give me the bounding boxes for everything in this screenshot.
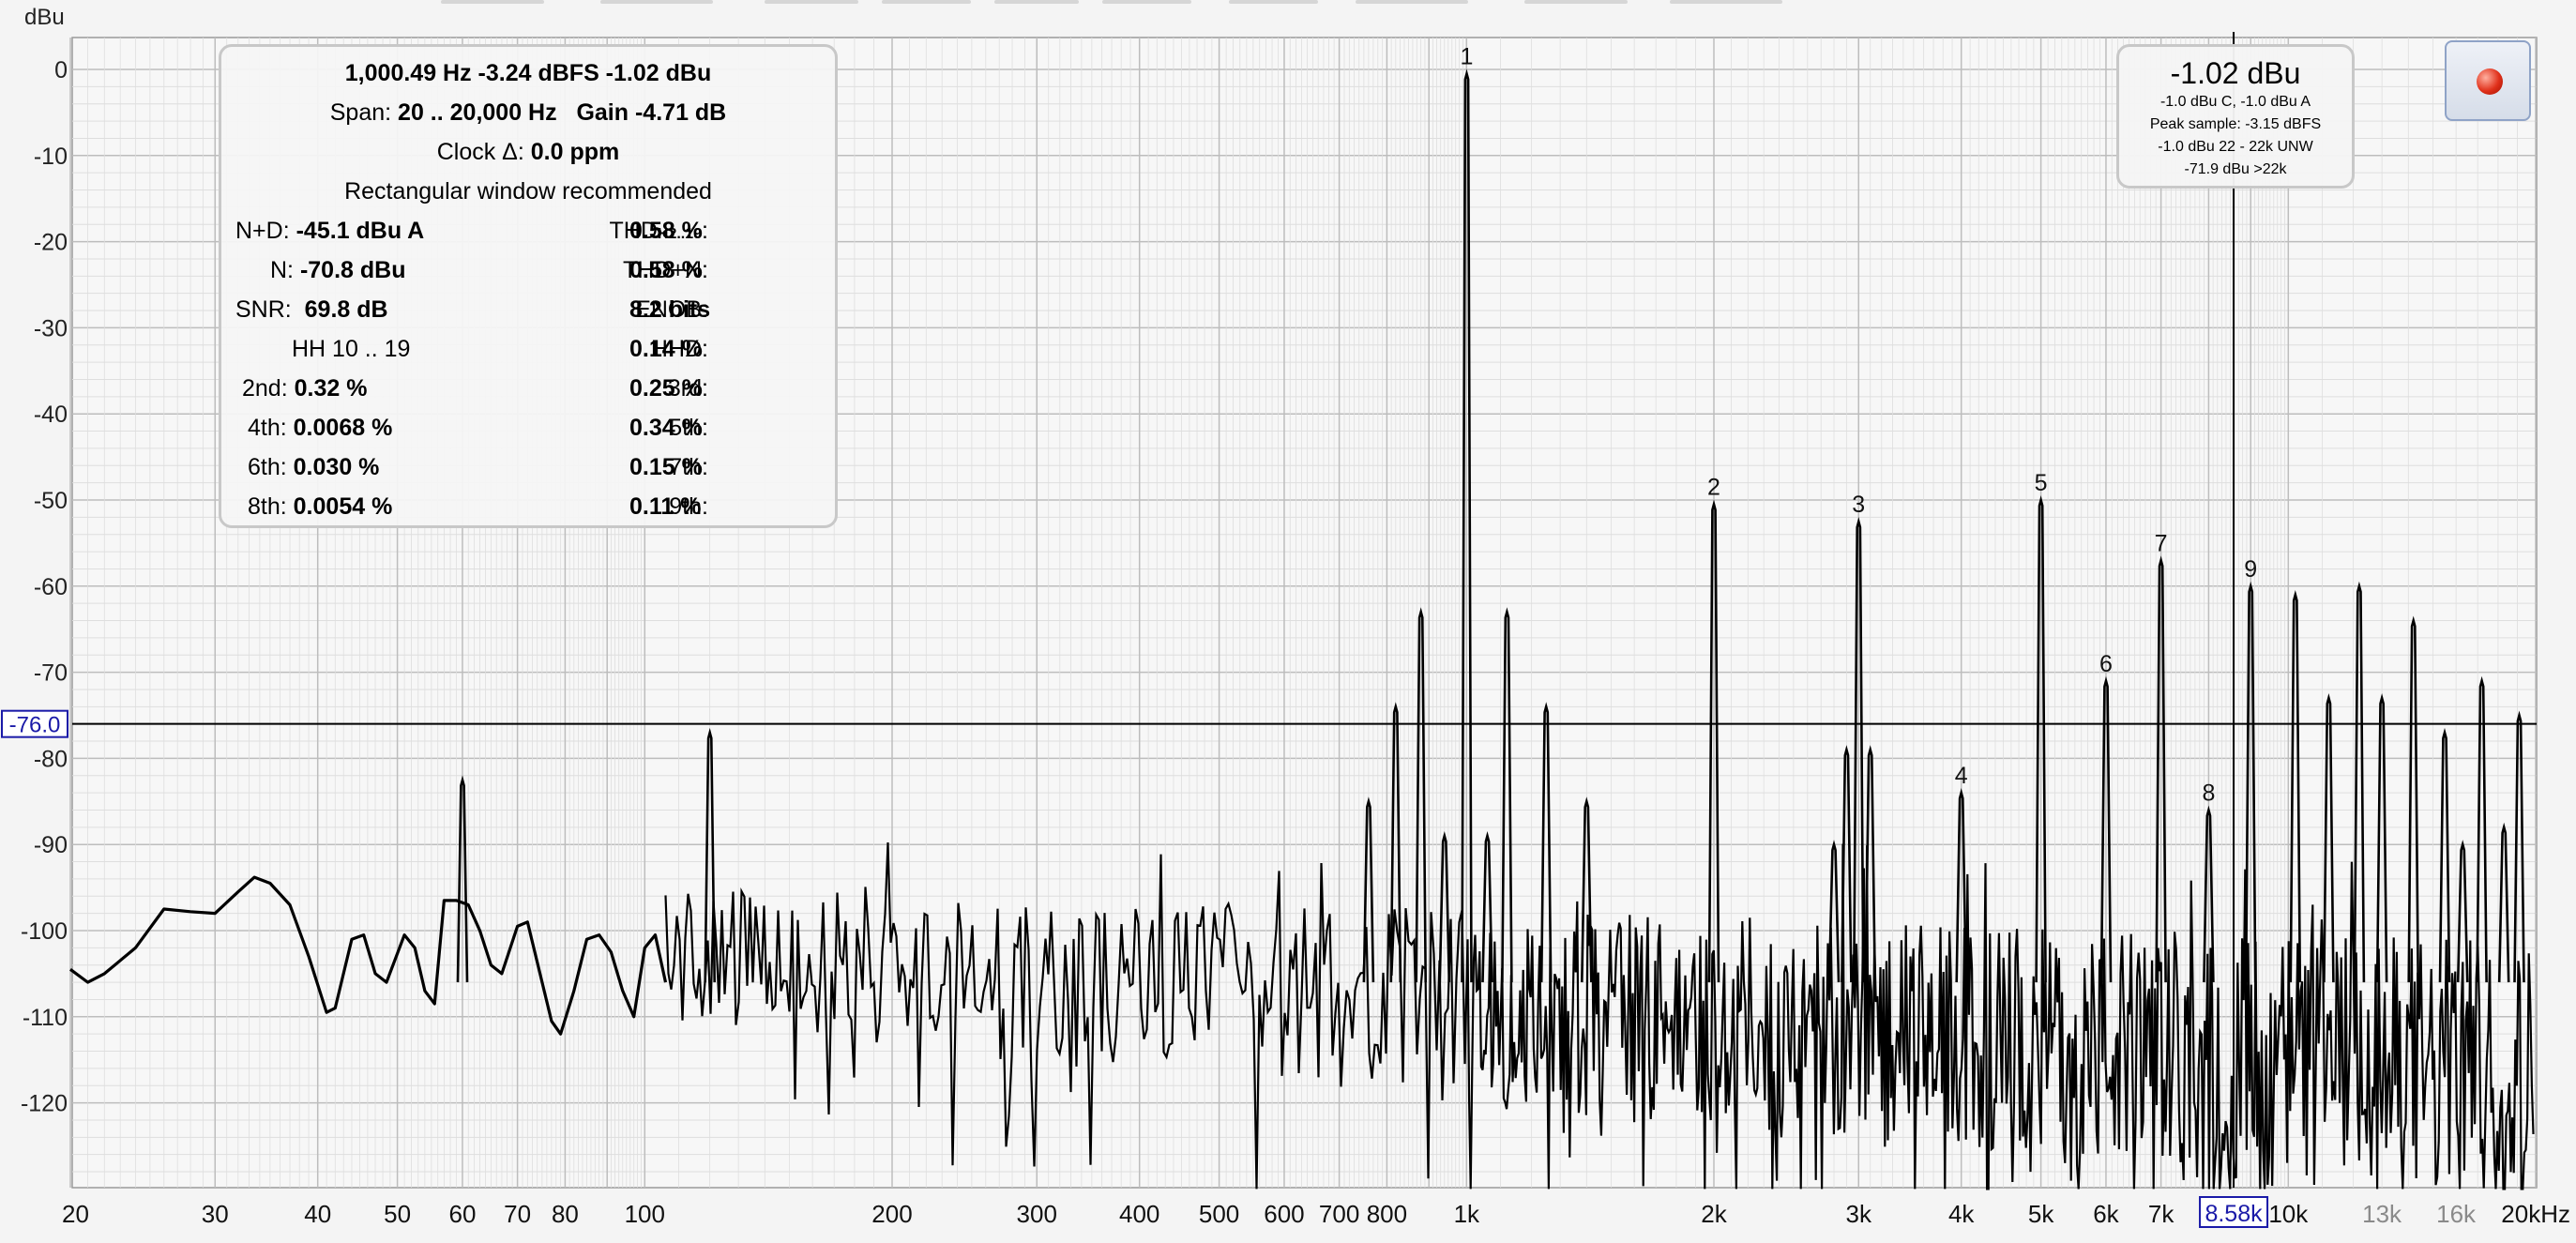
y-tick-label: -50 (34, 488, 68, 514)
h3-value: 0.25 % (629, 375, 703, 402)
record-icon (2477, 68, 2503, 95)
panel-span-gain: Span: 20 .. 20,000 Hz Gain -4.71 dB (329, 99, 727, 126)
harmonic-label: 9 (2244, 556, 2257, 583)
x-tick-label: 70 (504, 1200, 531, 1228)
meter-unweighted: -1.0 dBu 22 - 22k UNW (2158, 139, 2313, 155)
toolbar-handle[interactable] (1356, 0, 1468, 4)
y-tick-label: -20 (34, 230, 68, 256)
meter-above-22k: -71.9 dBu >22k (2184, 161, 2287, 177)
x-tick-label: 800 (1367, 1200, 1407, 1228)
harmonic-label: 4 (1955, 763, 1968, 789)
x-tick-label: 3k (1846, 1200, 1872, 1228)
x-tick-label: 20 (62, 1200, 89, 1228)
y-tick-label: -70 (34, 660, 68, 687)
x-tick-label: 6k (2093, 1200, 2119, 1228)
h6-readout: 6th: 0.030 % (248, 454, 380, 480)
meter-peak-sample: Peak sample: -3.15 dBFS (2149, 116, 2322, 132)
x-tick-label: 300 (1017, 1200, 1057, 1228)
measurement-panel[interactable]: 1,000.49 Hz -3.24 dBFS -1.02 dBu Span: 2… (219, 44, 838, 528)
x-tick-label: 50 (384, 1200, 411, 1228)
x-tick-label: 700 (1319, 1200, 1359, 1228)
y-tick-label: -90 (34, 832, 68, 858)
y-cursor-label: -76.0 (9, 713, 61, 738)
h8-readout: 8th: 0.0054 % (248, 493, 393, 520)
toolbar-handle[interactable] (1670, 0, 1782, 4)
enob-value: 8.2 bits (629, 296, 711, 323)
harmonic-label: 6 (2099, 651, 2113, 677)
h5-value: 0.34 % (629, 415, 703, 441)
y-axis-label: dBu (24, 5, 65, 30)
x-tick-label: 1k (1454, 1200, 1480, 1228)
x-tick-label: 600 (1264, 1200, 1304, 1228)
x-tick-label: 60 (448, 1200, 476, 1228)
hhd-value: 0.14 % (629, 336, 703, 362)
nd-readout: N+D: -45.1 dBu A (235, 218, 425, 244)
x-tick-label: 10k (2268, 1200, 2309, 1228)
thd-value: 0.58 % (629, 218, 703, 244)
x-tick-label: 400 (1119, 1200, 1159, 1228)
harmonic-label: 2 (1707, 475, 1720, 501)
x-cursor-label: 8.58k (2205, 1201, 2263, 1227)
x-tick-label: 500 (1199, 1200, 1239, 1228)
y-tick-label: -80 (34, 746, 68, 772)
toolbar-handle[interactable] (882, 0, 971, 4)
harmonic-label: 3 (1852, 492, 1865, 518)
harmonic-label: 5 (2035, 470, 2048, 496)
toolbar-handle[interactable] (1524, 0, 1628, 4)
harmonic-label: 8 (2202, 780, 2215, 806)
y-tick-label: 0 (54, 57, 68, 83)
noise-readout: N: -70.8 dBu (270, 257, 406, 283)
h9-value: 0.11 % (629, 493, 702, 520)
level-meter[interactable]: -1.02 dBu -1.0 dBu C, -1.0 dBu A Peak sa… (2116, 44, 2355, 189)
x-tick-label: 80 (552, 1200, 579, 1228)
harmonic-label: 1 (1461, 44, 1474, 70)
y-tick-label: -60 (34, 574, 68, 600)
record-button[interactable] (2445, 40, 2531, 121)
y-tick-label: -30 (34, 315, 68, 341)
x-tick-label: 100 (625, 1200, 665, 1228)
toolbar-handle[interactable] (765, 0, 858, 4)
y-tick-label: -120 (21, 1091, 68, 1117)
hh-range: HH 10 .. 19 (292, 336, 411, 362)
panel-window-note: Rectangular window recommended (344, 178, 712, 205)
y-tick-label: -100 (21, 918, 68, 945)
x-tick-label: 40 (304, 1200, 331, 1228)
x-tick-label: 20kHz (2501, 1200, 2570, 1228)
toolbar-handle[interactable] (1102, 0, 1191, 4)
panel-freq-level: 1,000.49 Hz -3.24 dBFS -1.02 dBu (344, 60, 712, 86)
toolbar-handle[interactable] (441, 0, 544, 4)
snr-readout: SNR: 69.8 dB (235, 296, 388, 323)
x-tick-label: 5k (2028, 1200, 2054, 1228)
harmonic-label: 7 (2155, 530, 2168, 556)
h7-value: 0.15 % (629, 454, 703, 480)
h2-readout: 2nd: 0.32 % (242, 375, 368, 402)
y-tick-label: -40 (34, 402, 68, 428)
toolbar-handle[interactable] (600, 0, 713, 4)
toolbar-handle[interactable] (994, 0, 1079, 4)
meter-main-level: -1.02 dBu (2170, 56, 2301, 90)
toolbar-handle[interactable] (1229, 0, 1318, 4)
panel-clock: Clock Δ: 0.0 ppm (436, 139, 620, 165)
meter-weighted: -1.0 dBu C, -1.0 dBu A (2159, 94, 2311, 110)
x-tick-label: 4k (1948, 1200, 1975, 1228)
x-tick-label: 7k (2148, 1200, 2174, 1228)
y-tick-label: -110 (23, 1005, 68, 1031)
y-tick-label: -10 (34, 144, 68, 170)
x-tick-label: 16k (2436, 1200, 2477, 1228)
thdn-value: 0.58 % (629, 257, 703, 283)
h4-readout: 4th: 0.0068 % (248, 415, 393, 441)
x-tick-label: 200 (871, 1200, 912, 1228)
x-tick-label: 13k (2362, 1200, 2402, 1228)
x-tick-label: 30 (202, 1200, 229, 1228)
x-tick-label: 2k (1701, 1200, 1727, 1228)
